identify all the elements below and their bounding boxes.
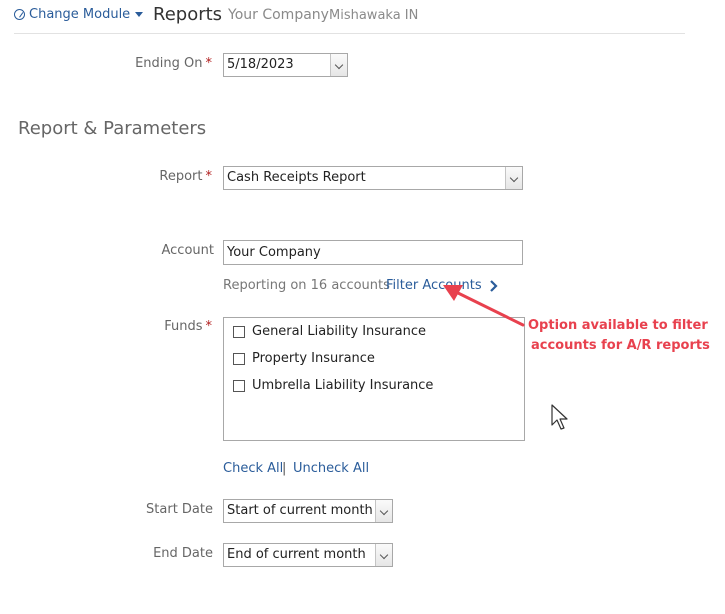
chevron-down-icon[interactable] <box>375 500 392 522</box>
annotation-line: Option available to filter <box>528 318 708 333</box>
change-module-button[interactable]: Change Module <box>14 7 144 22</box>
required-marker: * <box>205 319 213 334</box>
fund-item[interactable]: Umbrella Liability Insurance <box>233 378 433 393</box>
report-label-text: Report <box>159 169 203 184</box>
section-title: Report & Parameters <box>18 118 207 139</box>
company-location: Mishawaka IN <box>329 8 419 23</box>
checkbox[interactable] <box>233 325 245 338</box>
mouse-pointer-icon <box>551 404 568 430</box>
end-date-select[interactable]: End of current month <box>223 543 393 567</box>
start-date-value: Start of current month <box>227 503 373 518</box>
fund-label: Umbrella Liability Insurance <box>252 378 434 393</box>
fund-label: Property Insurance <box>252 351 375 366</box>
uncheck-all-link[interactable]: Uncheck All <box>293 461 369 476</box>
check-all-link[interactable]: Check All <box>223 461 283 476</box>
required-marker: * <box>205 169 213 184</box>
report-select[interactable]: Cash Receipts Report <box>223 166 523 190</box>
end-date-label: End Date <box>153 546 213 561</box>
annotation-text: Option available to filter accounts for … <box>528 316 718 356</box>
ending-on-label: Ending On * <box>92 56 212 71</box>
fund-item[interactable]: General Liability Insurance <box>233 324 426 339</box>
account-label: Account <box>161 243 215 258</box>
checkbox[interactable] <box>233 379 245 392</box>
annotation-arrow <box>443 285 525 327</box>
change-module-label: Change Module <box>29 7 131 22</box>
report-value: Cash Receipts Report <box>227 170 366 185</box>
ending-on-select[interactable]: 5/18/2023 <box>223 53 348 77</box>
fund-item[interactable]: Property Insurance <box>233 351 375 366</box>
end-date-value: End of current month <box>227 547 366 562</box>
company-name: Your Company <box>228 7 329 23</box>
chevron-down-icon[interactable] <box>505 167 522 189</box>
page-title: Reports <box>153 4 223 25</box>
fund-label: General Liability Insurance <box>252 324 426 339</box>
start-date-select[interactable]: Start of current month <box>223 499 393 523</box>
header-divider <box>14 33 685 34</box>
ending-on-label-text: Ending On <box>135 56 203 71</box>
page-header: Change Module Reports Your Company Misha… <box>0 0 725 34</box>
chevron-down-icon[interactable] <box>330 54 347 76</box>
required-marker: * <box>205 56 213 71</box>
ending-on-value: 5/18/2023 <box>227 57 294 72</box>
gear-icon <box>14 9 25 20</box>
start-date-label: Start Date <box>146 502 213 517</box>
checkbox[interactable] <box>233 352 245 365</box>
caret-down-icon <box>135 12 144 17</box>
account-input[interactable]: Your Company <box>223 240 523 265</box>
link-separator: | <box>282 461 287 476</box>
chevron-down-icon[interactable] <box>375 544 392 566</box>
funds-label: Funds * <box>92 319 212 334</box>
report-label: Report * <box>92 169 212 184</box>
funds-label-text: Funds <box>164 319 203 334</box>
annotation-line: accounts for A/R reports <box>531 338 710 353</box>
reporting-on-text: Reporting on 16 accounts <box>223 278 390 293</box>
